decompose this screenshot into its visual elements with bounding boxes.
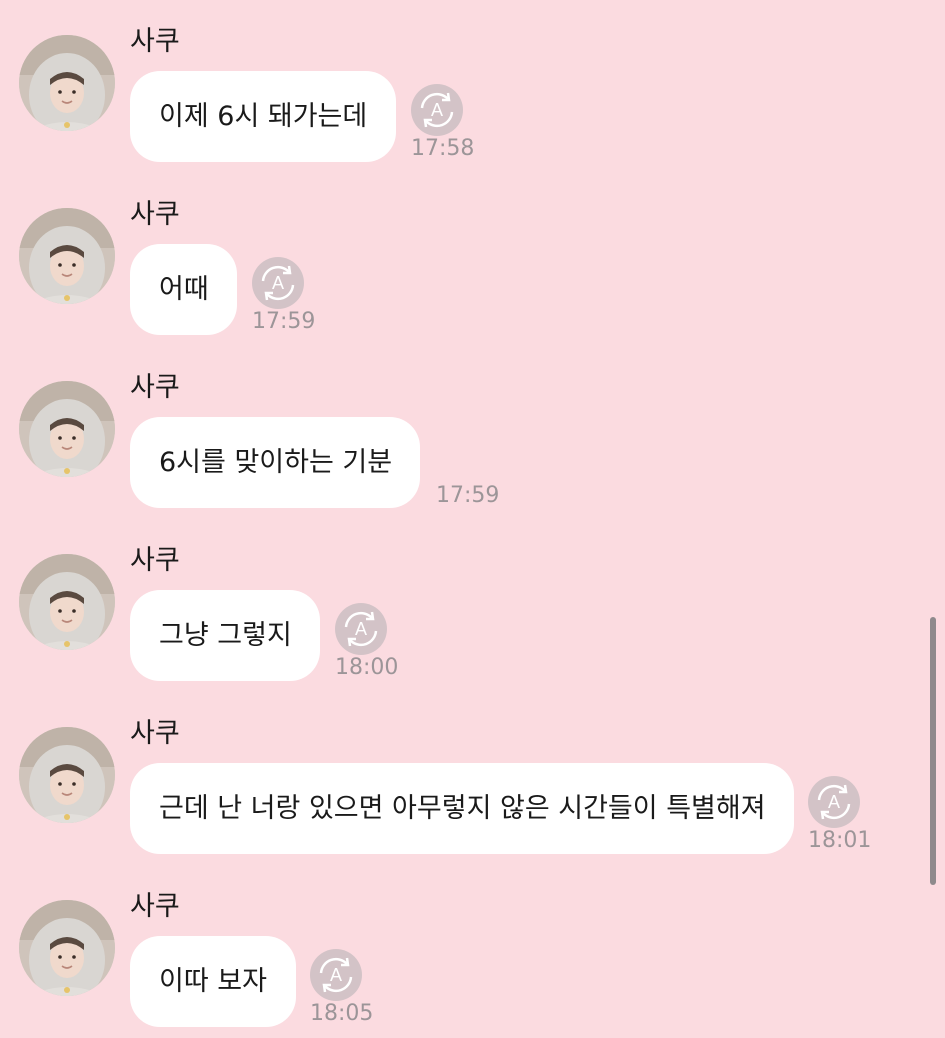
message-time: 18:05 — [310, 1001, 374, 1026]
svg-text:A: A — [272, 273, 284, 293]
sender-name: 사쿠 — [130, 545, 180, 576]
profile-photo — [19, 554, 115, 650]
avatar[interactable] — [19, 727, 115, 823]
svg-text:A: A — [431, 100, 443, 120]
chat-message: 사쿠 어때 A 17:59 — [0, 173, 945, 346]
profile-photo — [19, 727, 115, 823]
auto-translate-icon[interactable]: A — [310, 949, 362, 1001]
message-bubble[interactable]: 6시를 맞이하는 기분 — [130, 417, 420, 508]
chat-message: 사쿠 그냥 그렇지 A 18:00 — [0, 519, 945, 692]
chat-message: 사쿠 이제 6시 돼가는데 A 17:58 — [0, 0, 945, 173]
auto-translate-icon[interactable]: A — [252, 257, 304, 309]
sender-name: 사쿠 — [130, 891, 180, 922]
profile-photo — [19, 208, 115, 304]
message-time: 17:59 — [436, 483, 500, 508]
message-time: 18:01 — [808, 828, 872, 853]
chat-message: 사쿠 근데 난 너랑 있으면 아무렇지 않은 시간들이 특별해져 A 18:01 — [0, 692, 945, 865]
chat-message-list[interactable]: 사쿠 이제 6시 돼가는데 A 17:58 사쿠 어때 A 17:59 사쿠 6… — [0, 0, 945, 1027]
message-bubble[interactable]: 이제 6시 돼가는데 — [130, 71, 396, 162]
avatar[interactable] — [19, 208, 115, 304]
auto-translate-icon[interactable]: A — [411, 84, 463, 136]
avatar[interactable] — [19, 900, 115, 996]
profile-photo — [19, 900, 115, 996]
chat-message: 사쿠 6시를 맞이하는 기분 17:59 — [0, 346, 945, 519]
sender-name: 사쿠 — [130, 718, 180, 749]
auto-translate-icon[interactable]: A — [335, 603, 387, 655]
avatar[interactable] — [19, 554, 115, 650]
sender-name: 사쿠 — [130, 199, 180, 230]
sender-name: 사쿠 — [130, 372, 180, 403]
svg-text:A: A — [828, 792, 840, 812]
profile-photo — [19, 35, 115, 131]
scrollbar[interactable] — [930, 617, 936, 885]
avatar[interactable] — [19, 35, 115, 131]
auto-translate-icon[interactable]: A — [808, 776, 860, 828]
message-bubble[interactable]: 근데 난 너랑 있으면 아무렇지 않은 시간들이 특별해져 — [130, 763, 794, 854]
message-bubble[interactable]: 이따 보자 — [130, 936, 296, 1027]
sender-name: 사쿠 — [130, 26, 180, 57]
message-time: 18:00 — [335, 655, 399, 680]
message-time: 17:59 — [252, 309, 316, 334]
message-time: 17:58 — [411, 136, 475, 161]
svg-text:A: A — [355, 619, 367, 639]
svg-text:A: A — [330, 965, 342, 985]
chat-message: 사쿠 이따 보자 A 18:05 — [0, 865, 945, 1038]
message-bubble[interactable]: 그냥 그렇지 — [130, 590, 320, 681]
avatar[interactable] — [19, 381, 115, 477]
message-bubble[interactable]: 어때 — [130, 244, 237, 335]
profile-photo — [19, 381, 115, 477]
